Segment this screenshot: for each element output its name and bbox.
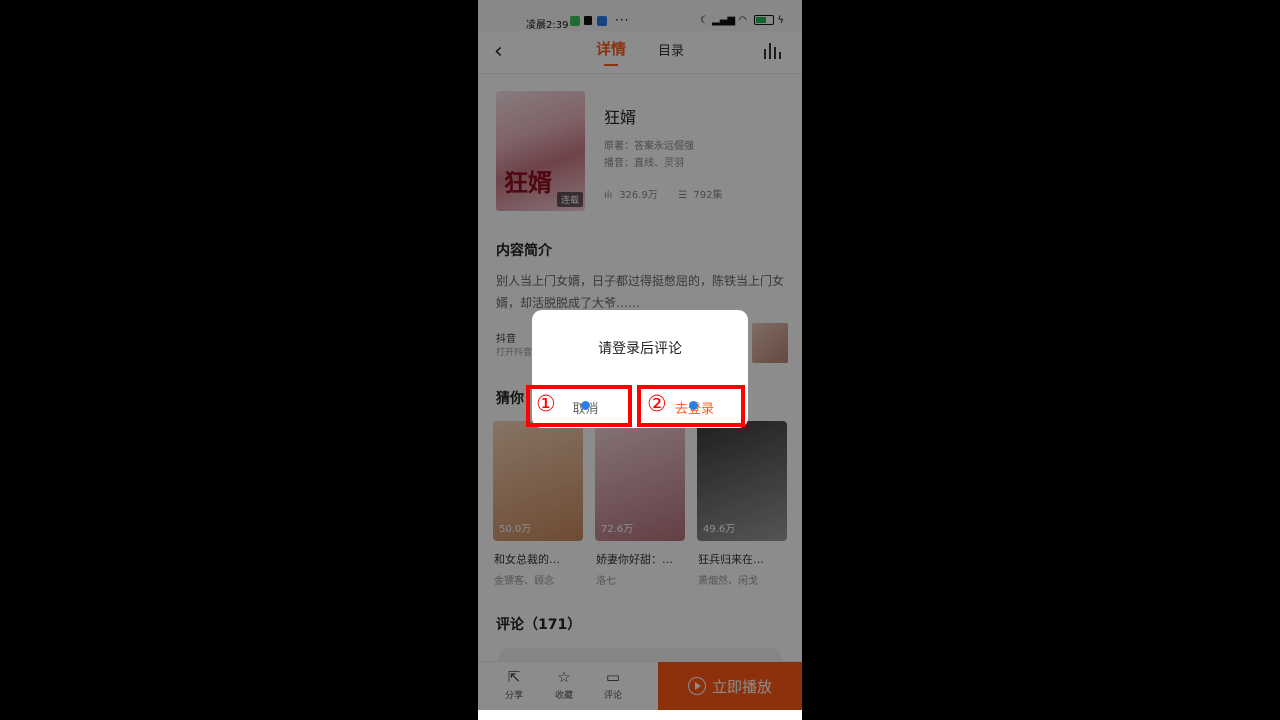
annotation-number-1: ① bbox=[536, 392, 556, 417]
phone-screen: 凌晨2:39 ··· ☾ ▂▄▆ ◠ ϟ ‹ 详情 目录 狂婿 连载 狂婿 原著… bbox=[478, 0, 802, 720]
tap-indicator-1 bbox=[581, 401, 590, 410]
annotation-box-1: ① bbox=[526, 385, 632, 427]
annotation-number-2: ② bbox=[647, 392, 667, 417]
dialog-message: 请登录后评论 bbox=[598, 341, 682, 357]
home-indicator[interactable] bbox=[583, 712, 697, 715]
tap-indicator-2 bbox=[689, 401, 698, 410]
